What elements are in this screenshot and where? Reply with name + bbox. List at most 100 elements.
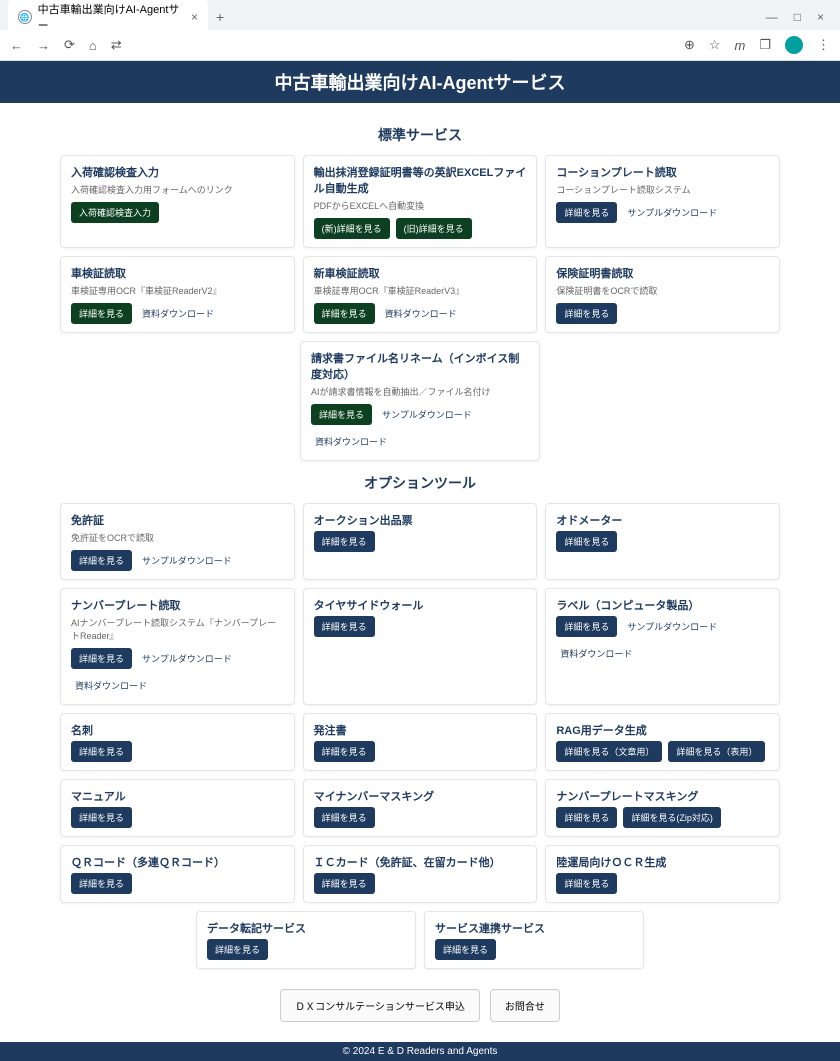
card-actions: 詳細を見るサンプルダウンロード資料ダウンロード [311, 404, 529, 452]
minimize-button[interactable]: — [766, 10, 778, 24]
action-button[interactable]: 詳細を見る [556, 531, 617, 552]
avatar[interactable] [785, 36, 803, 54]
card-actions: 詳細を見る（文章用） 詳細を見る（表用） [556, 741, 769, 762]
card-actions: 詳細を見る資料ダウンロード [314, 303, 527, 324]
action-button[interactable]: 詳細を見る [314, 616, 375, 637]
card-title: タイヤサイドウォール [314, 597, 527, 613]
action-button[interactable]: サンプルダウンロード [623, 202, 721, 223]
menu-icon[interactable]: ⋮ [817, 37, 830, 53]
service-card: ナンバープレート読取AIナンバープレート読取システム『ナンバープレートReade… [60, 588, 295, 705]
action-button[interactable]: 詳細を見る [207, 939, 268, 960]
action-button[interactable]: 資料ダウンロード [381, 303, 461, 324]
tab-bar: 🌐 中古車輸出業向けAI-Agentサー × + — □ × [0, 0, 840, 30]
service-card: コーションプレート読取コーションプレート読取システム詳細を見るサンプルダウンロー… [545, 155, 780, 248]
action-button[interactable]: 詳細を見る [314, 873, 375, 894]
action-button[interactable]: 詳細を見る [71, 807, 132, 828]
card-actions: 詳細を見る資料ダウンロード [71, 303, 284, 324]
service-card: 発注書詳細を見る [303, 713, 538, 771]
action-button[interactable]: 詳細を見る [71, 550, 132, 571]
close-button[interactable]: × [817, 10, 824, 24]
card-description: AIが請求書情報を自動抽出／ファイル名付け [311, 385, 529, 398]
action-button[interactable]: 詳細を見る [556, 616, 617, 637]
contact-button[interactable]: お問合せ [490, 989, 560, 1022]
card-title: データ転記サービス [207, 920, 405, 936]
card-actions: 詳細を見るサンプルダウンロード [556, 202, 769, 223]
service-card: ＩＣカード（免許証、在留カード他） 詳細を見る [303, 845, 538, 903]
card-title: ナンバープレート読取 [71, 597, 284, 613]
transfer-icon[interactable]: ⇄ [111, 37, 122, 53]
action-button[interactable]: 詳細を見る [314, 531, 375, 552]
card-actions: (新)詳細を見る (旧)詳細を見る [314, 218, 527, 239]
action-button[interactable]: 詳細を見る [71, 303, 132, 324]
service-card: マニュアル詳細を見る [60, 779, 295, 837]
section-title-option: オプションツール [60, 473, 780, 493]
dx-consultation-button[interactable]: ＤＸコンサルテーションサービス申込 [280, 989, 480, 1022]
action-button[interactable]: 詳細を見る（表用） [668, 741, 765, 762]
action-button[interactable]: 詳細を見る [71, 873, 132, 894]
back-icon[interactable]: ← [10, 38, 23, 53]
tab-title: 中古車輸出業向けAI-Agentサー [38, 1, 185, 33]
card-actions: 詳細を見る [314, 807, 527, 828]
card-title: RAG用データ生成 [556, 722, 769, 738]
card-actions: 詳細を見る [71, 741, 284, 762]
action-button[interactable]: 資料ダウンロード [138, 303, 218, 324]
card-actions: 詳細を見る [314, 873, 527, 894]
action-button[interactable]: 詳細を見る [71, 741, 132, 762]
bottom-buttons: ＤＸコンサルテーションサービス申込 お問合せ [60, 989, 780, 1022]
service-card: ＱＲコード（多連ＱＲコード）詳細を見る [60, 845, 295, 903]
card-title: 新車検証読取 [314, 265, 527, 281]
action-button[interactable]: 詳細を見る [556, 873, 617, 894]
action-button[interactable]: 詳細を見る [71, 648, 132, 669]
action-button[interactable]: 詳細を見る [556, 202, 617, 223]
action-button[interactable]: 入荷確認検査入力 [71, 202, 159, 223]
action-button[interactable]: 資料ダウンロード [71, 675, 151, 696]
card-actions: 詳細を見る [314, 741, 527, 762]
card-title: オークション出品票 [314, 512, 527, 528]
card-title: オドメーター [556, 512, 769, 528]
action-button[interactable]: (新)詳細を見る [314, 218, 390, 239]
service-card: 新車検証読取車検証専用OCR『車検証ReaderV3』詳細を見る資料ダウンロード [303, 256, 538, 333]
close-icon[interactable]: × [191, 10, 198, 24]
action-button[interactable]: 資料ダウンロード [556, 643, 636, 664]
card-actions: 入荷確認検査入力 [71, 202, 284, 223]
window-controls: — □ × [766, 10, 832, 24]
action-button[interactable]: 詳細を見る（文章用） [556, 741, 662, 762]
search-icon[interactable]: ⊕ [684, 37, 695, 53]
card-description: 入荷確認検査入力用フォームへのリンク [71, 183, 284, 196]
action-button[interactable]: 詳細を見る [435, 939, 496, 960]
star-icon[interactable]: ☆ [709, 37, 721, 53]
card-actions: 詳細を見る [314, 616, 527, 637]
card-title: 名刺 [71, 722, 284, 738]
action-button[interactable]: サンプルダウンロード [378, 404, 476, 425]
action-button[interactable]: 詳細を見る [314, 303, 375, 324]
home-icon[interactable]: ⌂ [89, 38, 97, 53]
card-actions: 詳細を見るサンプルダウンロード資料ダウンロード [71, 648, 284, 696]
card-actions: 詳細を見る [71, 873, 284, 894]
card-title: ＩＣカード（免許証、在留カード他） [314, 854, 527, 870]
m-icon[interactable]: m [735, 38, 746, 53]
action-button[interactable]: 詳細を見る [314, 807, 375, 828]
action-button[interactable]: (旧)詳細を見る [396, 218, 472, 239]
action-button[interactable]: 詳細を見る [311, 404, 372, 425]
card-title: 車検証読取 [71, 265, 284, 281]
service-card: ラベル（コンピュータ製品）詳細を見るサンプルダウンロード資料ダウンロード [545, 588, 780, 705]
action-button[interactable]: 資料ダウンロード [311, 431, 391, 452]
card-title: 発注書 [314, 722, 527, 738]
forward-icon[interactable]: → [37, 38, 50, 53]
action-button[interactable]: サンプルダウンロード [623, 616, 721, 637]
puzzle-icon[interactable]: ❐ [759, 37, 771, 53]
footer-text: © 2024 E & D Readers and Agents [343, 1046, 498, 1057]
action-button[interactable]: サンプルダウンロード [138, 648, 236, 669]
new-tab-button[interactable]: + [216, 9, 224, 25]
card-actions: 詳細を見るサンプルダウンロード [71, 550, 284, 571]
maximize-button[interactable]: □ [794, 10, 801, 24]
action-button[interactable]: サンプルダウンロード [138, 550, 236, 571]
action-button[interactable]: 詳細を見る [556, 807, 617, 828]
card-actions: 詳細を見る [556, 873, 769, 894]
action-button[interactable]: 詳細を見る [314, 741, 375, 762]
reload-icon[interactable]: ⟳ [64, 37, 75, 53]
action-button[interactable]: 詳細を見る(Zip対応) [623, 807, 721, 828]
action-button[interactable]: 詳細を見る [556, 303, 617, 324]
browser-tab[interactable]: 🌐 中古車輸出業向けAI-Agentサー × [8, 0, 208, 37]
service-card: オドメーター詳細を見る [545, 503, 780, 580]
